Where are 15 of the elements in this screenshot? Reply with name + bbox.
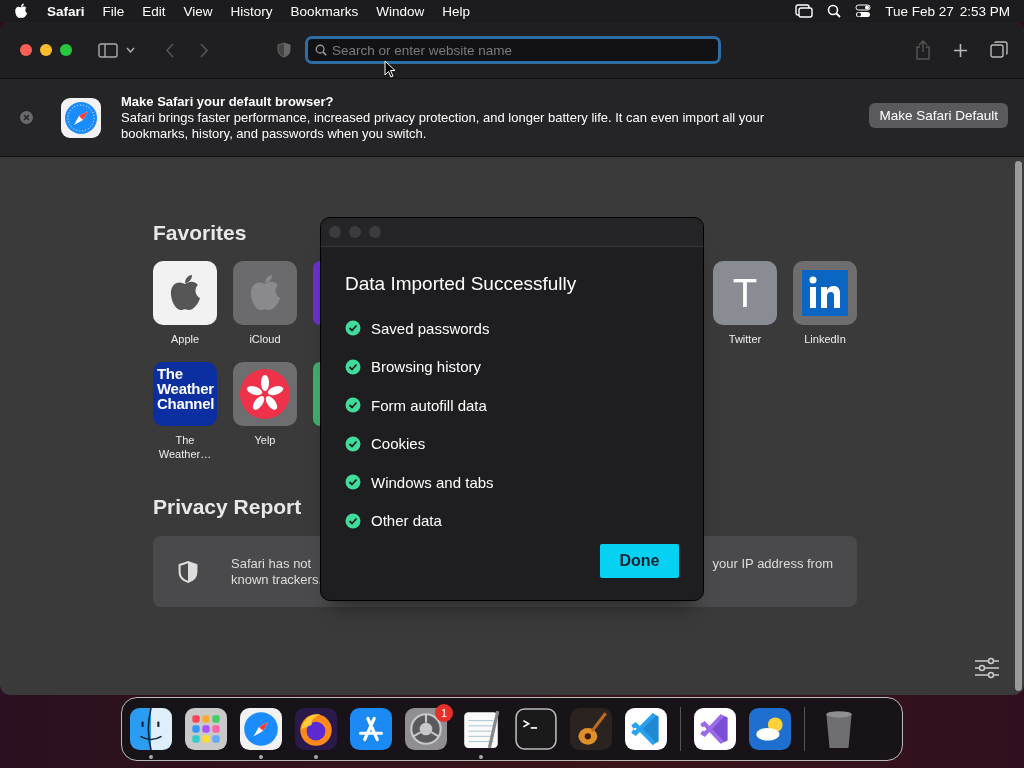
banner-title: Make Safari your default browser? xyxy=(121,93,335,110)
privacy-text: Safari has not xyxy=(231,555,313,572)
section-title: Favorites xyxy=(153,221,247,245)
import-item: Saved passwords xyxy=(371,319,490,337)
import-item: Other data xyxy=(371,512,442,530)
section-title: Privacy Report xyxy=(153,495,302,519)
banner-text: Safari brings faster performance, increased privacy protection, and longer battery life. It can even import all your bookmarks, history, and passwords when you switch. xyxy=(121,109,766,142)
dialog-title: Data Imported Successfully xyxy=(345,273,578,295)
privacy-text: your IP address from xyxy=(712,556,833,571)
import-item: Windows and tabs xyxy=(371,473,494,491)
import-item: Cookies xyxy=(371,435,426,453)
privacy-text: known trackers. xyxy=(231,571,323,588)
import-item: Browsing history xyxy=(371,358,482,376)
notification-badge: 1 xyxy=(435,704,453,722)
import-item: Form autofill data xyxy=(371,396,487,414)
